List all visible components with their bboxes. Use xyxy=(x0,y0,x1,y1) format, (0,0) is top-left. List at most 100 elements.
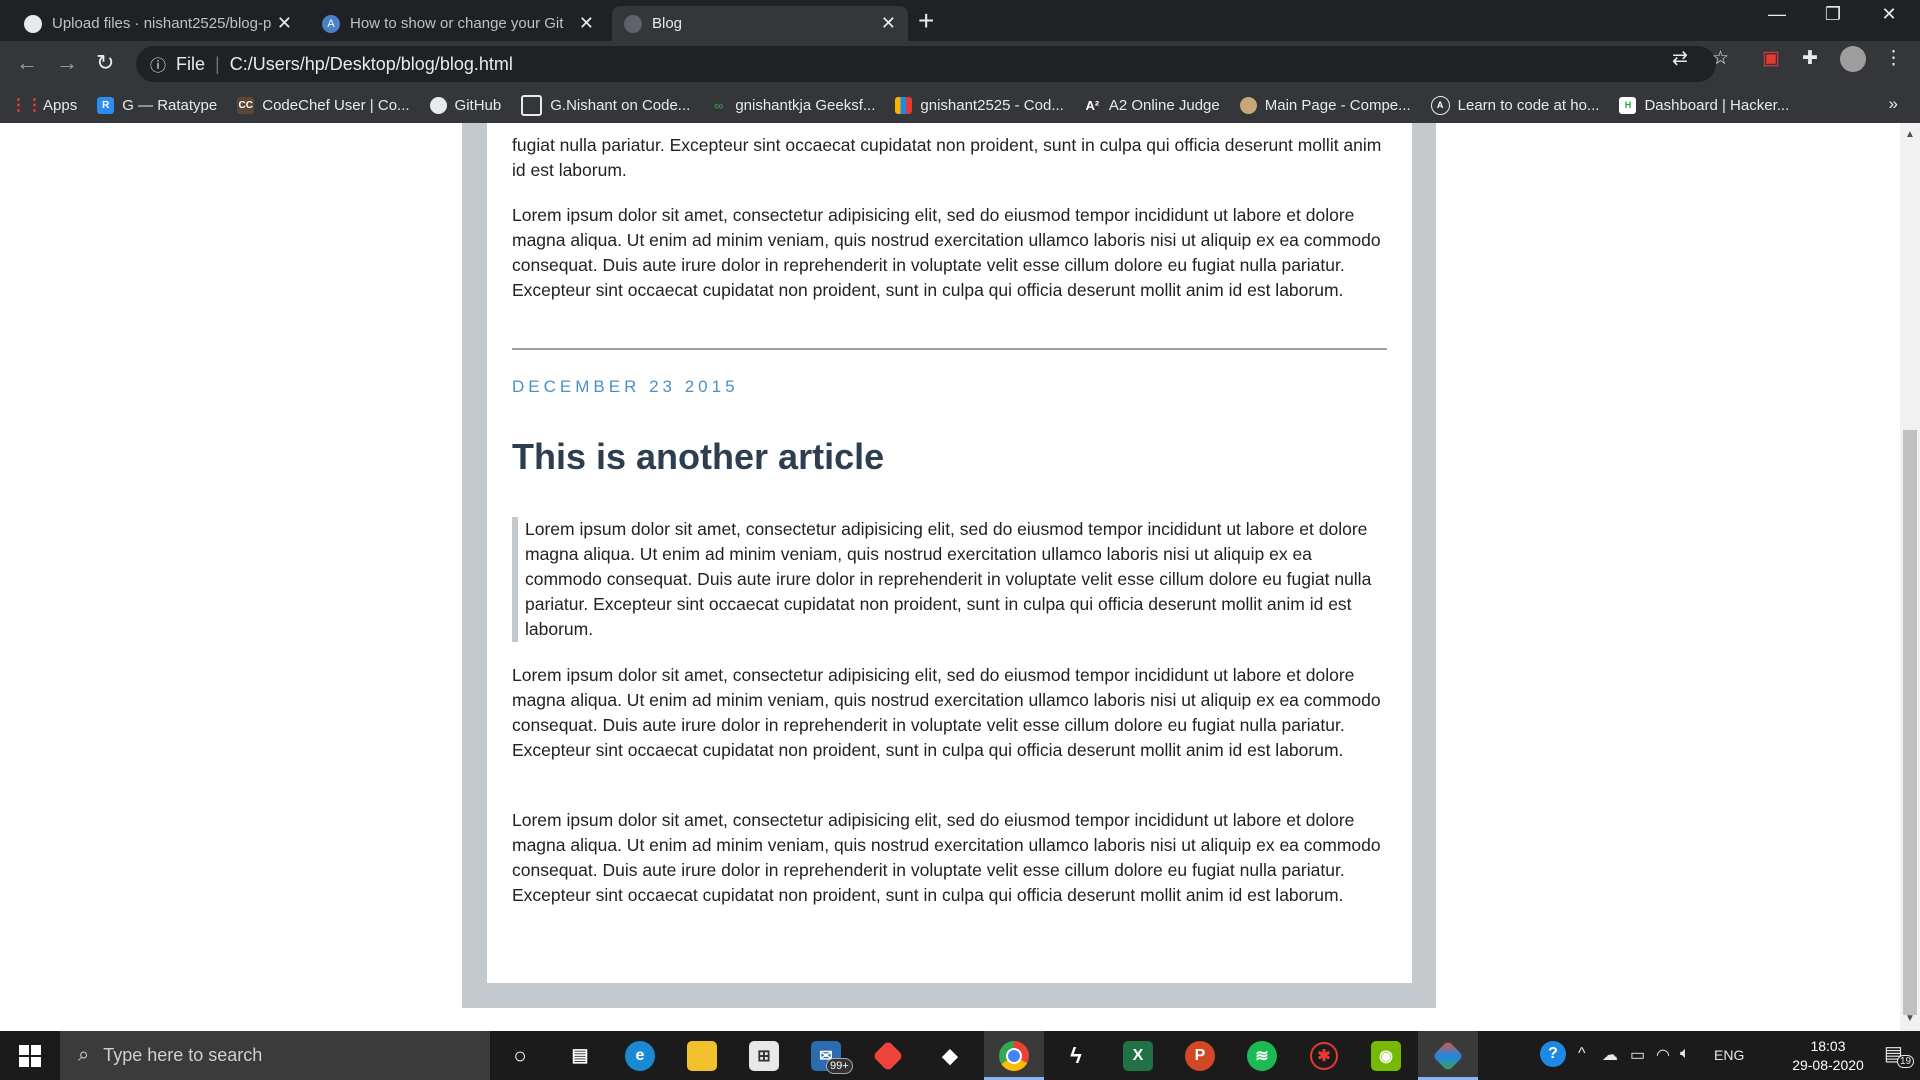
restore-icon[interactable]: ❐ xyxy=(1810,4,1856,25)
wifi-icon[interactable]: ◠ xyxy=(1656,1045,1670,1065)
bookmark-label: gnishantkja Geeksf... xyxy=(735,96,876,114)
article-divider xyxy=(512,348,1387,350)
paragraph: Lorem ipsum dolor sit amet, consectetur … xyxy=(512,205,1381,300)
back-arrow-icon[interactable]: ← xyxy=(16,50,38,76)
blockquote-text: Lorem ipsum dolor sit amet, consectetur … xyxy=(525,519,1372,639)
new-tab-button[interactable]: + xyxy=(918,5,934,37)
tab-blog[interactable]: Blog ✕ xyxy=(612,6,908,41)
scroll-up-icon[interactable]: ▲ xyxy=(1905,129,1915,140)
minimize-icon[interactable]: ― xyxy=(1754,4,1800,25)
bookmark-geeksforgeeks[interactable]: ∞ gnishantkja Geeksf... xyxy=(710,97,875,114)
git-button[interactable] xyxy=(1418,1031,1478,1080)
bookmark-codeforces-profile[interactable]: G.Nishant on Code... xyxy=(521,94,690,116)
powerpoint-button[interactable]: P xyxy=(1170,1031,1230,1080)
bookmark-star-icon[interactable]: ☆ xyxy=(1712,47,1729,70)
close-tab-icon[interactable]: ✕ xyxy=(881,13,896,34)
bookmark-competitive-wiki[interactable]: Main Page - Compe... xyxy=(1239,96,1411,114)
bookmark-ratatype[interactable]: R G — Ratatype xyxy=(97,96,218,114)
translate-icon[interactable]: ⇄ xyxy=(1672,47,1688,70)
edge-button[interactable]: e xyxy=(610,1031,670,1080)
git-icon xyxy=(1432,1039,1464,1072)
dropbox-button[interactable]: ⬥ xyxy=(920,1031,980,1080)
bookmark-label: Main Page - Compe... xyxy=(1264,96,1411,114)
bookmark-a2-online-judge[interactable]: A² A2 Online Judge xyxy=(1084,97,1219,114)
task-view-icon: ▤ xyxy=(571,1045,589,1065)
chevron-up-icon[interactable]: ^ xyxy=(1578,1045,1586,1063)
chrome-button[interactable] xyxy=(984,1031,1044,1080)
nvidia-icon: ◉ xyxy=(1371,1040,1401,1071)
ratatype-icon: R xyxy=(97,96,115,114)
bookmark-apps[interactable]: ⋮⋮ Apps xyxy=(11,97,78,115)
cortana-button[interactable]: ○ xyxy=(490,1031,550,1080)
nvidia-button[interactable]: ◉ xyxy=(1356,1031,1416,1080)
github-icon xyxy=(429,96,447,114)
windows-start-button[interactable] xyxy=(0,1031,60,1080)
tab-upload-files[interactable]: Upload files · nishant2525/blog-p ✕ xyxy=(12,6,304,41)
battery-icon[interactable]: ▭ xyxy=(1630,1045,1645,1065)
close-tab-icon[interactable]: ✕ xyxy=(277,13,292,34)
close-tab-icon[interactable]: ✕ xyxy=(579,13,594,34)
close-window-icon[interactable]: ✕ xyxy=(1866,4,1912,25)
profile-avatar[interactable] xyxy=(1840,46,1866,72)
atcoder-icon: A xyxy=(1430,95,1450,115)
paragraph: Lorem ipsum dolor sit amet, consectetur … xyxy=(512,810,1381,905)
mail-button[interactable]: ✉ 99+ xyxy=(796,1031,856,1080)
scrollbar-thumb[interactable] xyxy=(1903,430,1917,1015)
dropbox-icon: ⬥ xyxy=(942,1042,958,1068)
taskbar-search-box[interactable]: ⌕ Type here to search xyxy=(60,1031,490,1080)
search-icon: ⌕ xyxy=(78,1044,90,1066)
clock-time: 18:03 xyxy=(1810,1038,1846,1054)
forward-arrow-icon[interactable]: → xyxy=(56,50,78,76)
bookmark-atcoder[interactable]: A Learn to code at ho... xyxy=(1430,95,1599,115)
volume-icon[interactable]: 🔈︎ xyxy=(1680,1045,1690,1063)
help-icon[interactable]: ? xyxy=(1540,1041,1566,1067)
onedrive-cloud-icon[interactable]: ☁ xyxy=(1602,1045,1618,1065)
excel-button[interactable]: X xyxy=(1108,1031,1168,1080)
info-icon[interactable]: ⓘ xyxy=(150,52,166,76)
pdf-extension-icon[interactable]: ▣ xyxy=(1762,47,1780,70)
address-bar[interactable]: ⓘ File | C:/Users/hp/Desktop/blog/blog.h… xyxy=(136,46,1716,82)
bookmark-hackerrank[interactable]: H Dashboard | Hacker... xyxy=(1619,96,1790,114)
language-indicator[interactable]: ENG xyxy=(1714,1047,1744,1063)
search-placeholder: Type here to search xyxy=(103,1045,263,1065)
antivirus-button[interactable]: ✱ xyxy=(1294,1031,1354,1080)
reload-icon[interactable]: ↻ xyxy=(96,50,114,76)
spotify-button[interactable]: ≋ xyxy=(1232,1031,1292,1080)
file-explorer-icon xyxy=(687,1040,717,1071)
bookmark-label: Dashboard | Hacker... xyxy=(1644,96,1790,114)
task-view-button[interactable]: ▤ xyxy=(550,1031,610,1080)
globe-icon xyxy=(624,14,642,33)
more-bookmarks-icon[interactable]: » xyxy=(1889,94,1898,114)
anydesk-icon xyxy=(872,1039,904,1072)
store-button[interactable]: ⊞ xyxy=(734,1031,794,1080)
paragraph-partial: fugiat nulla pariatur. Excepteur sint oc… xyxy=(512,135,1382,180)
sublime-button[interactable]: ϟ xyxy=(1046,1031,1106,1080)
notification-count: 19 xyxy=(1897,1055,1915,1068)
codeforces-bars-icon xyxy=(895,96,913,114)
windows-logo-icon xyxy=(19,1044,41,1067)
bookmark-label: G — Ratatype xyxy=(122,96,218,114)
bookmark-github[interactable]: GitHub xyxy=(429,96,501,114)
bookmark-label: CodeChef User | Co... xyxy=(262,96,410,114)
tab-title: Blog xyxy=(652,15,683,32)
tab-title: How to show or change your Git xyxy=(350,15,564,32)
menu-kebab-icon[interactable]: ⋮ xyxy=(1884,47,1903,70)
anydesk-button[interactable] xyxy=(858,1031,918,1080)
url-text[interactable]: C:/Users/hp/Desktop/blog/blog.html xyxy=(230,54,513,75)
store-icon: ⊞ xyxy=(749,1040,779,1071)
codeforces-icon xyxy=(521,94,543,116)
chrome-icon xyxy=(999,1040,1029,1071)
file-explorer-button[interactable] xyxy=(672,1031,732,1080)
system-tray: ? ^ ☁ ▭ ◠ 🔈︎ ENG 18:03 29-08-2020 ▤ 19 xyxy=(1540,1031,1920,1080)
bookmark-codeforces[interactable]: gnishant2525 - Cod... xyxy=(895,96,1064,114)
extensions-puzzle-icon[interactable]: ✚ xyxy=(1802,47,1818,70)
scroll-down-icon[interactable]: ▼ xyxy=(1905,1013,1915,1024)
page-viewport: fugiat nulla pariatur. Excepteur sint oc… xyxy=(0,123,1900,1031)
antivirus-icon: ✱ xyxy=(1310,1041,1338,1070)
clock[interactable]: 18:03 29-08-2020 xyxy=(1788,1037,1868,1075)
excel-icon: X xyxy=(1123,1040,1153,1071)
bookmark-codechef[interactable]: CC CodeChef User | Co... xyxy=(237,96,410,114)
vertical-scrollbar[interactable]: ▲ ▼ xyxy=(1900,123,1920,1031)
a2-icon: A² xyxy=(1085,97,1100,113)
tab-git-help[interactable]: A How to show or change your Git ✕ xyxy=(310,6,606,41)
